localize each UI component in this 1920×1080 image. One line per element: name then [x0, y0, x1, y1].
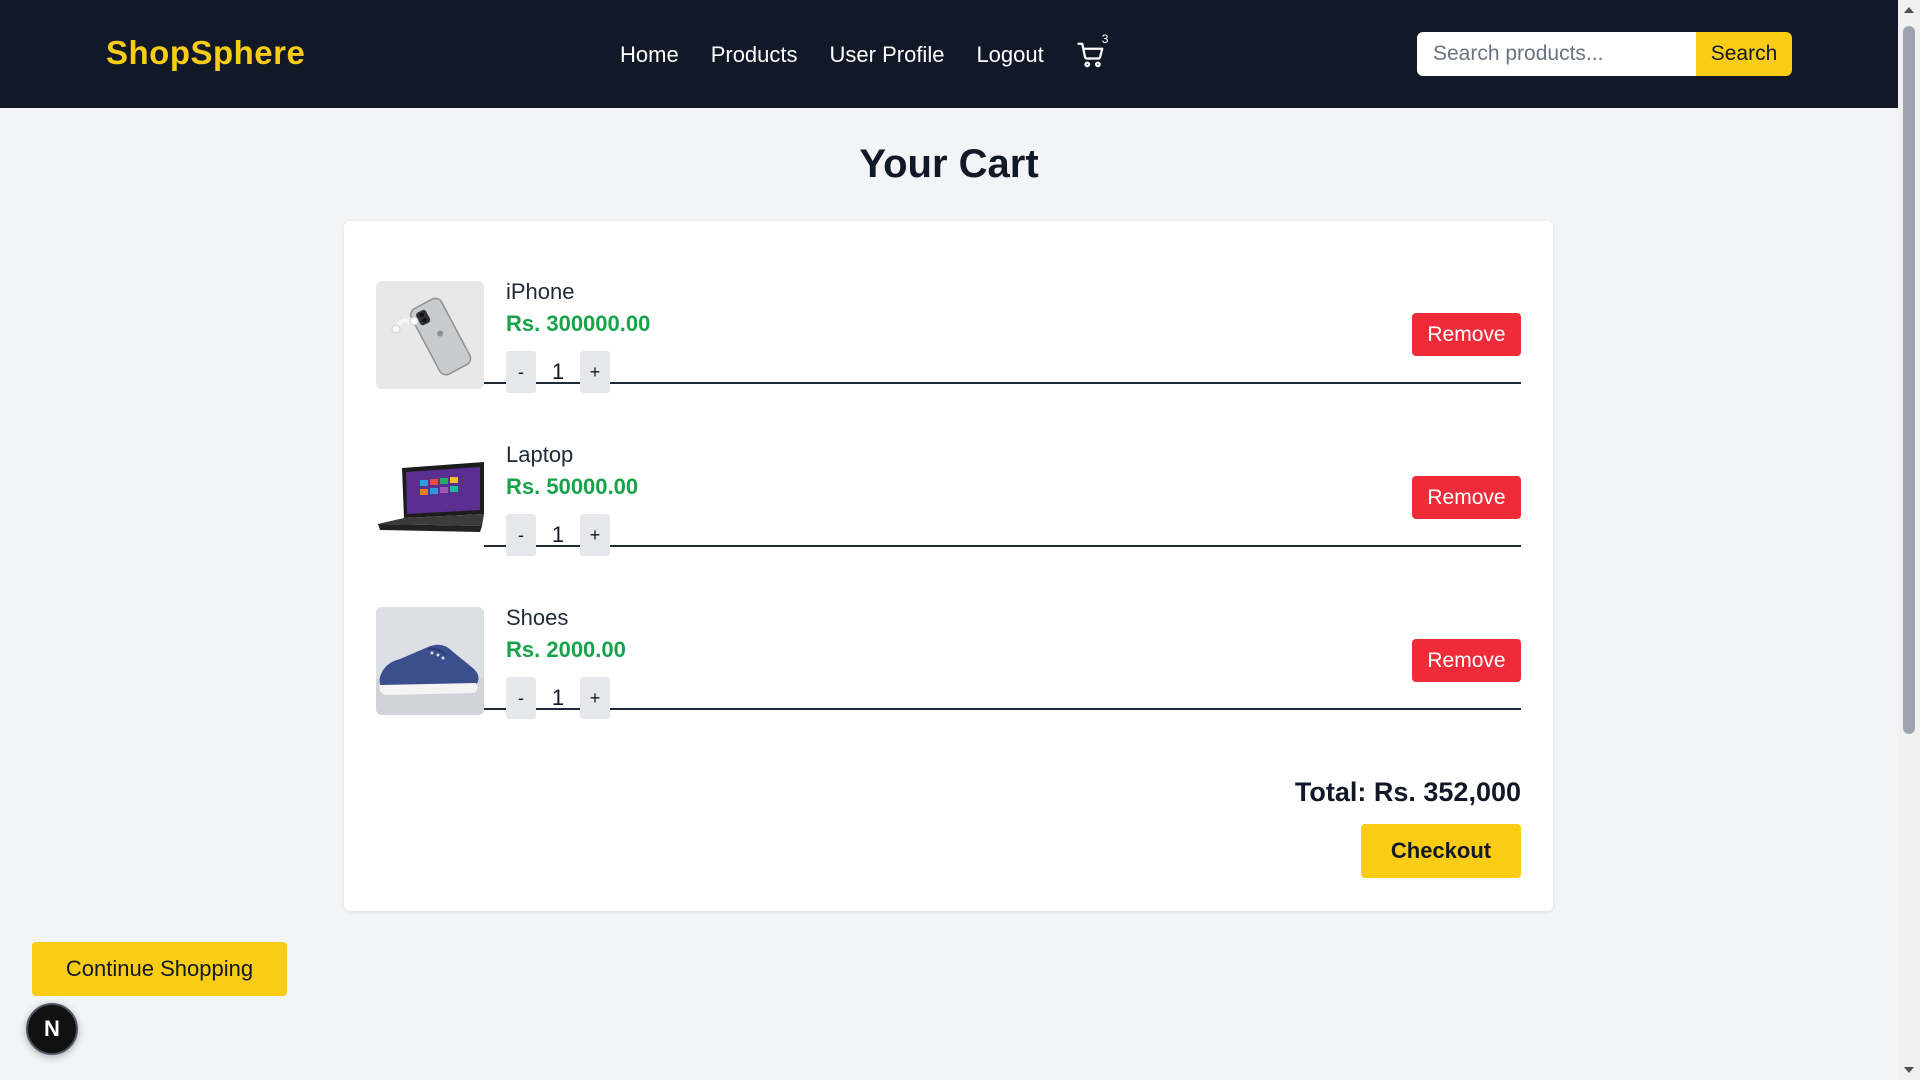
item-price: Rs. 300000.00 [506, 311, 651, 336]
checkout-button[interactable]: Checkout [1361, 824, 1521, 878]
item-price: Rs. 2000.00 [506, 637, 626, 662]
nav-links: Home Products User Profile Logout 3 [620, 32, 1108, 70]
quantity-value: 1 [551, 359, 565, 384]
decrease-quantity-button[interactable]: - [506, 677, 536, 719]
n-logo-icon: N [44, 1016, 60, 1041]
search-input[interactable] [1417, 32, 1696, 76]
scroll-down-arrow-icon[interactable] [1903, 1064, 1915, 1076]
product-image-shoes [376, 607, 484, 715]
quantity-value: 1 [551, 685, 565, 710]
quantity-value: 1 [551, 522, 565, 547]
page-title: Your Cart [859, 142, 1039, 186]
item-price: Rs. 50000.00 [506, 474, 639, 499]
nav-link-logout[interactable]: Logout [976, 42, 1043, 68]
product-image-laptop [376, 444, 484, 552]
cart-item-laptop: Laptop Rs. 50000.00 - 1 + Remove [376, 384, 1521, 556]
nextjs-dev-badge[interactable]: N [26, 1003, 78, 1055]
scroll-up-arrow-icon[interactable] [1903, 4, 1915, 16]
item-name: iPhone [506, 279, 575, 304]
nav-link-home[interactable]: Home [620, 42, 679, 68]
continue-shopping-button[interactable]: Continue Shopping [32, 942, 287, 996]
navbar: ShopSphere Home Products User Profile Lo… [0, 0, 1898, 108]
remove-button[interactable]: Remove [1412, 313, 1521, 356]
nav-link-user-profile[interactable]: User Profile [830, 42, 945, 68]
remove-button[interactable]: Remove [1412, 639, 1521, 682]
cart-count-badge: 3 [1101, 32, 1109, 46]
cart-item-iphone: iPhone Rs. 300000.00 - 1 + Remove [376, 221, 1521, 393]
site-logo[interactable]: ShopSphere [106, 34, 305, 72]
vertical-scrollbar[interactable] [1898, 0, 1920, 1080]
scrollbar-thumb[interactable] [1903, 26, 1915, 734]
cart-panel: iPhone Rs. 300000.00 - 1 + Remove Laptop… [344, 221, 1553, 911]
nav-link-products[interactable]: Products [711, 42, 798, 68]
cart-button[interactable]: 3 [1076, 32, 1108, 70]
search-button[interactable]: Search [1696, 32, 1792, 76]
item-name: Shoes [506, 605, 569, 630]
cart-item-shoes: Shoes Rs. 2000.00 - 1 + Remove [376, 547, 1521, 719]
increase-quantity-button[interactable]: + [580, 677, 610, 719]
remove-button[interactable]: Remove [1412, 476, 1521, 519]
item-name: Laptop [506, 442, 574, 467]
search-bar: Search [1417, 32, 1792, 76]
quantity-stepper: - 1 + [506, 677, 610, 719]
cart-total: Total: Rs. 352,000 [1294, 777, 1521, 807]
product-image-iphone [376, 281, 484, 389]
